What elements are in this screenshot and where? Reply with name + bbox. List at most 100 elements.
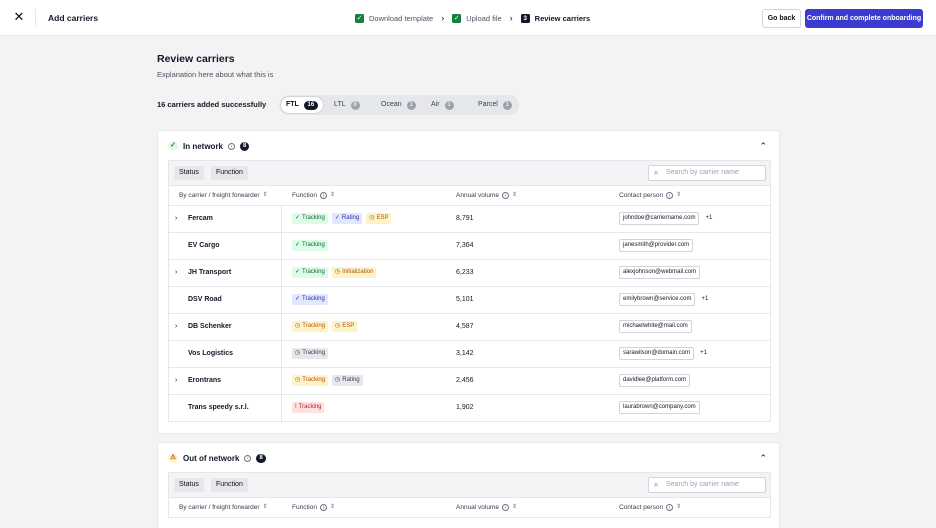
sort-icon[interactable]: ⇕ — [330, 186, 335, 205]
contact-person: michaelwhite@mail.com — [619, 320, 692, 333]
carrier-search-input[interactable]: ⌕ Search by carrier name — [648, 165, 766, 181]
sort-icon[interactable]: ⇕ — [676, 498, 681, 517]
contact-email-chip[interactable]: janesmith@provider.com — [619, 239, 694, 252]
annual-volume: 2,456 — [456, 377, 474, 384]
column-header-contact[interactable]: Contact person i ⇕ — [619, 186, 681, 205]
table-row[interactable]: Vos Logistics ◷ Tracking 3,142 sarawilson@do… — [168, 341, 771, 368]
sort-icon[interactable]: ⇕ — [330, 498, 335, 517]
tag-label: Tracking — [302, 215, 325, 221]
column-header-function[interactable]: Function i ⇕ — [292, 186, 335, 205]
function-tag: ! Tracking — [292, 402, 325, 413]
info-icon[interactable]: i — [244, 454, 252, 462]
chip-label: LTL — [334, 101, 346, 108]
table-row[interactable]: › DB Schenker ◷ Tracking ◷ ESP 4,587 michaelwhi… — [168, 314, 771, 341]
step-download-template[interactable]: ✓ Download template — [355, 13, 433, 23]
carrier-search-input[interactable]: ⌕ Search by carrier name — [648, 477, 766, 493]
contact-person: emilybrown@service.com +1 — [619, 293, 710, 306]
info-icon[interactable]: i — [666, 192, 674, 199]
table-header: By carrier / freight forwarder ⇕ Functio… — [168, 497, 771, 518]
annual-volume: 7,364 — [456, 242, 474, 249]
contact-email-chip[interactable]: michaelwhite@mail.com — [619, 320, 692, 333]
column-label: Annual volume — [456, 504, 499, 511]
contact-email-chip[interactable]: emilybrown@service.com — [619, 293, 696, 306]
chip-count: 1 — [406, 100, 416, 110]
more-contacts-count[interactable]: +1 — [703, 212, 714, 225]
go-back-button[interactable]: Go back — [762, 9, 801, 28]
sort-icon[interactable]: ⇕ — [676, 186, 681, 205]
function-filter-button[interactable]: Function — [211, 166, 248, 180]
tag-label: Rating — [341, 215, 360, 221]
contact-email-chip[interactable]: sarawilson@domain.com — [619, 347, 695, 360]
table-row[interactable]: EV Cargo ✓ Tracking 7,364 janesmith@provider… — [168, 233, 771, 260]
column-header-volume[interactable]: Annual volume i ⇕ — [456, 186, 517, 205]
column-label: Function — [292, 504, 317, 511]
contact-email-chip[interactable]: johndoe@carriername.com — [619, 212, 700, 225]
expand-chevron-icon[interactable]: › — [175, 377, 177, 384]
sort-icon[interactable]: ⇕ — [263, 498, 268, 517]
info-icon[interactable]: i — [228, 142, 236, 150]
function-filter-button[interactable]: Function — [211, 478, 248, 492]
info-icon[interactable]: i — [502, 192, 509, 199]
tag-label: Tracking — [302, 377, 326, 383]
expand-chevron-icon[interactable]: › — [175, 323, 177, 330]
column-divider — [281, 314, 282, 340]
column-header-contact[interactable]: Contact person i ⇕ — [619, 498, 681, 517]
column-header-carrier[interactable]: By carrier / freight forwarder ⇕ — [179, 498, 268, 517]
table-row[interactable]: Trans speedy s.r.l.! Tracking 1,902 laurabr… — [168, 395, 771, 422]
info-icon[interactable]: i — [319, 504, 327, 511]
search-placeholder: Search by carrier name — [666, 481, 739, 488]
carrier-name: Vos Logistics — [188, 350, 233, 357]
mode-filter-group: FTL 16 LTL 8 Ocean 1 Air 1 Parcel 1 — [279, 95, 519, 115]
info-icon[interactable]: i — [502, 504, 509, 511]
carrier-name: EV Cargo — [188, 242, 220, 249]
function-tags: ✓ Tracking ◷ Initialization — [292, 267, 377, 278]
table-row[interactable]: DSV Road ✓ Tracking 5,101 emilybrown@service… — [168, 287, 771, 314]
status-filter-button[interactable]: Status — [174, 166, 204, 180]
function-tag: ✓ Tracking — [292, 267, 328, 278]
chip-count: 16 — [303, 100, 318, 110]
status-filter-button[interactable]: Status — [174, 478, 204, 492]
confirm-onboarding-button[interactable]: Confirm and complete onboarding — [805, 9, 923, 28]
column-header-carrier[interactable]: By carrier / freight forwarder ⇕ — [179, 186, 268, 205]
contact-email-chip[interactable]: laurabrown@company.com — [619, 401, 700, 414]
table-row[interactable]: › JH Transport ✓ Tracking ◷ Initialization 6,2… — [168, 260, 771, 287]
sort-icon[interactable]: ⇕ — [512, 498, 517, 517]
mode-chip-parcel[interactable]: Parcel 1 — [473, 97, 517, 113]
step-review-carriers[interactable]: 3 Review carriers — [520, 13, 590, 23]
sort-icon[interactable]: ⇕ — [512, 186, 517, 205]
more-contacts-count[interactable]: +1 — [698, 347, 709, 360]
check-icon: ✓ — [295, 296, 301, 302]
contact-email-chip[interactable]: davidlee@platform.com — [619, 374, 691, 387]
column-header-function[interactable]: Function i ⇕ — [292, 498, 335, 517]
info-icon[interactable]: i — [319, 192, 327, 199]
contact-person: laurabrown@company.com — [619, 401, 700, 414]
function-tags: ◷ Tracking — [292, 348, 329, 359]
column-divider — [281, 233, 282, 259]
table-row[interactable]: › Erontrans ◷ Tracking ◷ Rating 2,456 davidlee@… — [168, 368, 771, 395]
chevron-up-icon[interactable]: ⌃ — [759, 453, 767, 463]
mode-chip-air[interactable]: Air 1 — [426, 97, 459, 113]
expand-chevron-icon[interactable]: › — [175, 269, 177, 276]
function-tag: ✓ Tracking — [292, 213, 328, 224]
step-upload-file[interactable]: ✓ Upload file — [452, 13, 502, 23]
contact-email-chip[interactable]: alexjohnson@webmail.com — [619, 266, 701, 279]
check-icon: ✓ — [295, 269, 301, 275]
out-network-card: ⚠ Out of network i 8 ⌃ Status Function ⌕… — [157, 442, 780, 528]
table-row[interactable]: › Fercam ✓ Tracking ✓ Rating ◷ ESP 8,791 johndoe@… — [168, 206, 771, 233]
close-icon[interactable]: ✕ — [12, 10, 26, 24]
function-tags: ◷ Tracking ◷ ESP — [292, 321, 358, 332]
tag-label: Tracking — [302, 242, 325, 248]
page-header-title: Add carriers — [48, 13, 99, 23]
column-header-volume[interactable]: Annual volume i ⇕ — [456, 498, 517, 517]
column-divider — [281, 206, 282, 232]
sort-icon[interactable]: ⇕ — [263, 186, 268, 205]
info-icon[interactable]: i — [666, 504, 674, 511]
chevron-up-icon[interactable]: ⌃ — [759, 141, 767, 151]
expand-chevron-icon[interactable]: › — [175, 215, 177, 222]
section-title: In network — [183, 141, 224, 151]
mode-chip-ltl[interactable]: LTL 8 — [329, 97, 365, 113]
mode-chip-ocean[interactable]: Ocean 1 — [376, 97, 421, 113]
mode-chip-ftl[interactable]: FTL 16 — [281, 97, 323, 113]
more-contacts-count[interactable]: +1 — [699, 293, 710, 306]
clock-icon: ◷ — [335, 323, 341, 329]
